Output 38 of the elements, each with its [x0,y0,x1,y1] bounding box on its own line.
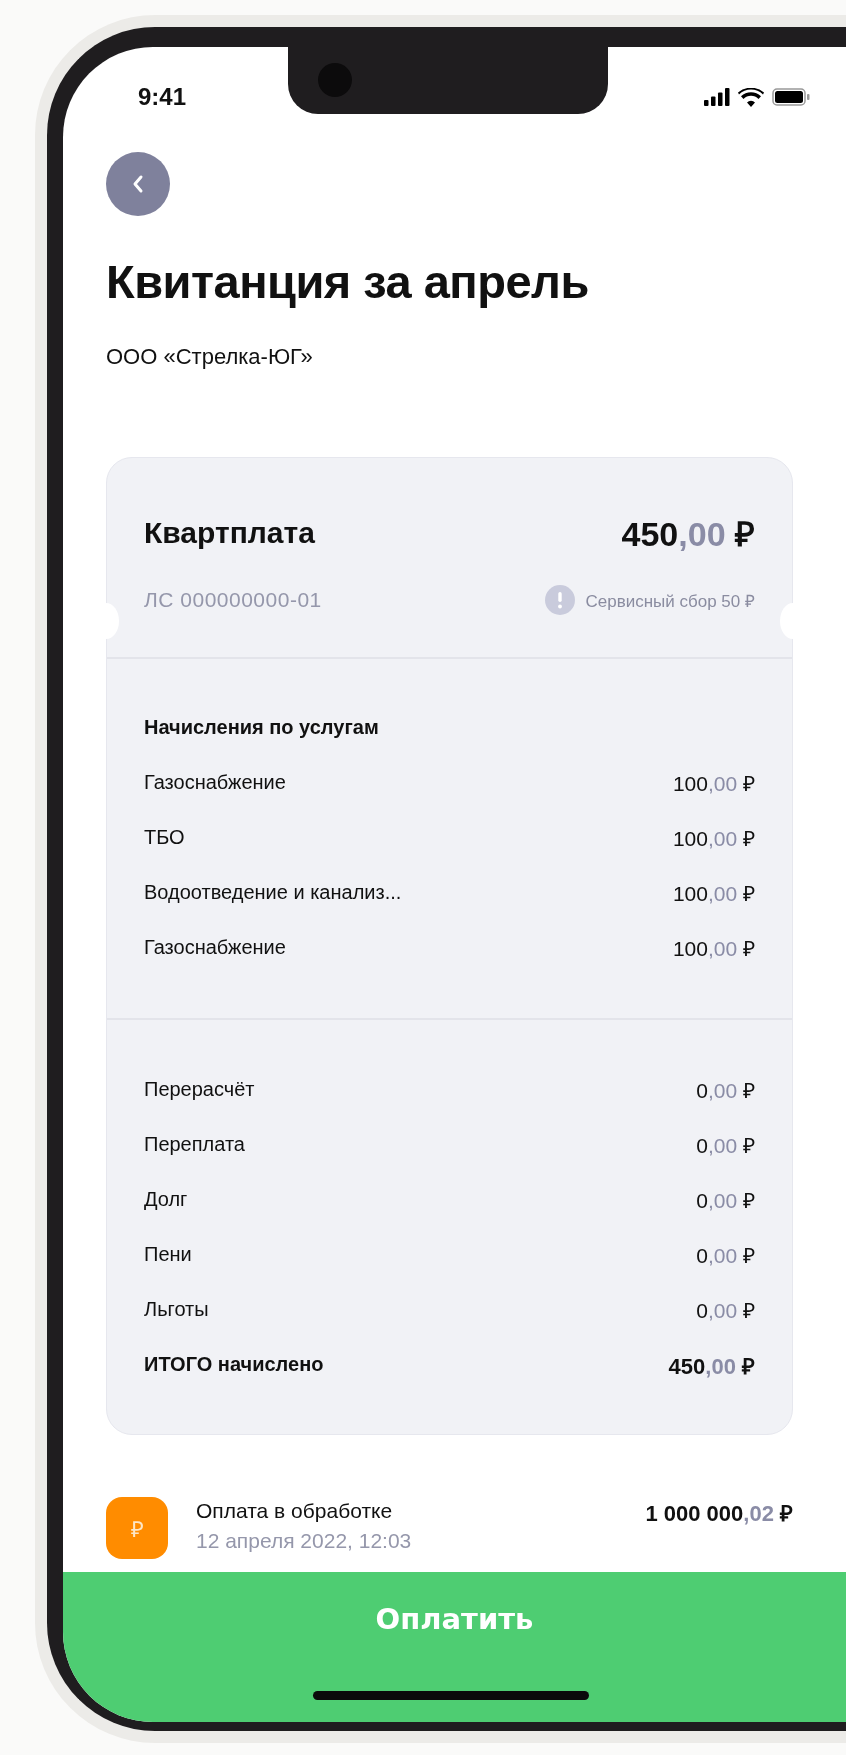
charge-amount: 0,00 ₽ [696,1077,755,1104]
charge-amount: 0,00 ₽ [696,1297,755,1324]
charge-amount: 100,00 ₽ [672,880,755,907]
charge-label: Газоснабжение [144,936,286,959]
charge-label: Долг [144,1188,188,1211]
charge-label: Пени [144,1243,192,1266]
pay-button[interactable]: Оплатить [63,1572,846,1722]
ruble-badge: ₽ [106,1497,168,1559]
wifi-icon [738,87,764,107]
signal-icon [704,88,730,106]
back-icon [131,174,145,194]
charge-label: Перерасчёт [144,1078,255,1101]
payment-date: 12 апреля 2022, 12:03 [196,1528,413,1554]
page-title: Квитанция за апрель [106,254,590,310]
charge-label: Водоотведение и канализ... [144,881,402,904]
total-amount: 450,00 ₽ [668,1352,755,1380]
charge-amount: 0,00 ₽ [696,1132,755,1159]
battery-icon [772,88,810,106]
charge-amount: 100,00 ₽ [672,825,755,852]
section-title: Начисления по услугам [144,715,380,740]
charge-label: Переплата [144,1133,245,1156]
company-name: ООО «Стрелка-ЮГ» [106,343,314,371]
charge-amount: 0,00 ₽ [696,1187,755,1214]
charge-amount: 100,00 ₽ [672,770,755,797]
bill-name: Квартплата [144,515,315,551]
bill-total: 450,00 ₽ [621,514,755,555]
payment-status: Оплата в обработке [196,1498,394,1524]
account-number: ЛС 000000000-01 [144,588,322,612]
charge-amount: 100,00 ₽ [672,935,755,962]
status-time: 9:41 [138,83,187,111]
info-icon [545,585,576,615]
charge-amount: 0,00 ₽ [696,1242,755,1269]
charge-label: Газоснабжение [144,771,286,794]
service-fee: Сервисный сбор 50 ₽ [585,590,755,612]
total-label: ИТОГО начислено [144,1353,324,1376]
charge-label: ТБО [144,826,185,849]
charge-label: Льготы [144,1298,209,1321]
payment-amount: 1 000 000,02 ₽ [645,1500,793,1527]
